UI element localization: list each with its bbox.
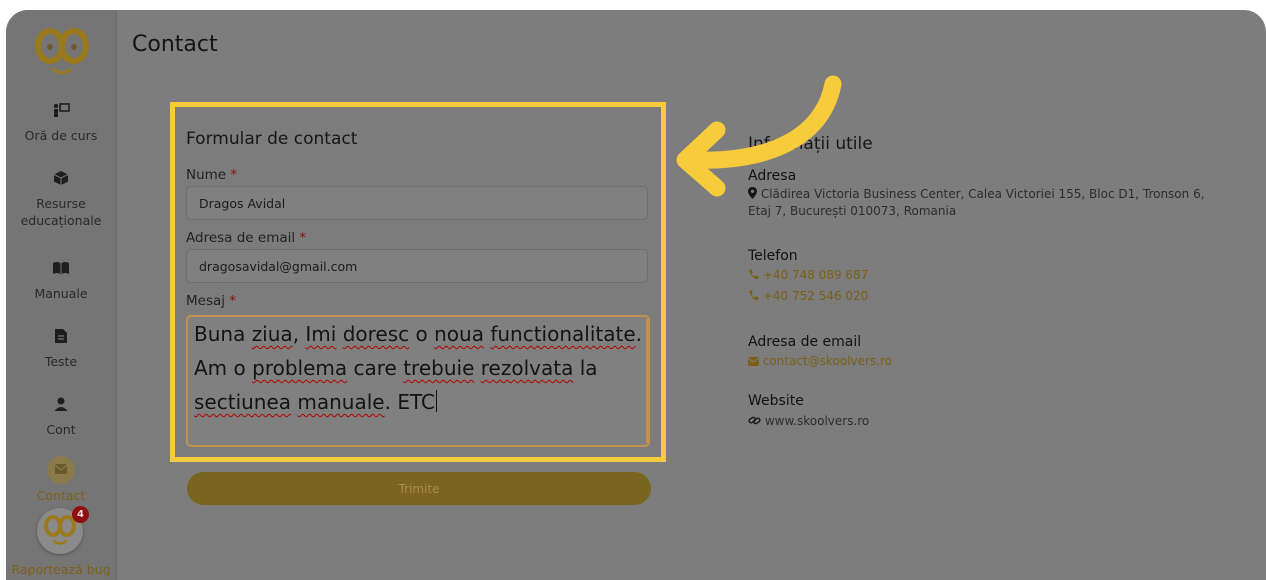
misspelled-word: doresc (342, 322, 410, 346)
page-title: Contact (132, 32, 218, 57)
misspelled-word: sectiunea (194, 390, 292, 414)
envelope-icon (47, 456, 75, 484)
name-field[interactable] (186, 186, 648, 220)
misspelled-word: Imi (305, 322, 337, 346)
sidebar-item-label: Teste (44, 354, 78, 369)
sidebar-item-cont[interactable]: Cont (6, 396, 116, 438)
phone-section: Telefon +40 748 089 687 +40 752 546 020 (748, 248, 868, 303)
textarea-scrollbar[interactable] (646, 319, 648, 443)
website-section: Website www.skoolvers.ro (748, 393, 869, 430)
message-text: Buna ziua, Imi doresc o noua functionali… (194, 322, 642, 414)
report-bug-label: Raportează bug (11, 562, 111, 577)
message-label: Mesaj * (186, 293, 237, 309)
contact-email-link[interactable]: contact@skoolvers.ro (747, 354, 892, 368)
phone-link-1[interactable]: +40 748 089 687 (748, 268, 868, 282)
text-caret (435, 390, 437, 412)
website-link[interactable]: www.skoolvers.ro (748, 413, 869, 430)
sidebar-item-manuale[interactable]: Manuale (6, 260, 116, 302)
address-title: Adresa (748, 168, 797, 184)
misspelled-word: problema (252, 356, 348, 380)
misspelled-word: noua (434, 322, 484, 346)
sidebar-item-ora-de-curs[interactable]: Oră de curs (6, 102, 116, 144)
message-field[interactable]: Buna ziua, Imi doresc o noua functionali… (186, 315, 650, 447)
map-marker-icon (748, 187, 757, 199)
sidebar-item-label: Manuale (34, 286, 88, 301)
misspelled-word: trebuie (403, 356, 475, 380)
contact-form: Formular de contact Nume * Adresa de ema… (170, 102, 666, 462)
address-section: Adresa Clădirea Victoria Business Center… (748, 168, 1205, 220)
file-icon (6, 328, 116, 350)
phone-title: Telefon (748, 248, 798, 264)
phone-link-2[interactable]: +40 752 546 020 (748, 289, 868, 303)
sidebar-item-teste[interactable]: Teste (6, 328, 116, 370)
sidebar-item-resurse[interactable]: Resurse educaționale (6, 170, 116, 229)
envelope-icon (747, 357, 760, 366)
misspelled-word: ziua (251, 322, 293, 346)
box-icon (6, 170, 116, 192)
phone-icon (749, 269, 759, 280)
form-title: Formular de contact (186, 129, 358, 149)
website-title: Website (748, 393, 804, 409)
sidebar-item-contact[interactable]: Contact (6, 456, 116, 504)
name-label: Nume * (186, 167, 238, 183)
address-text: Clădirea Victoria Business Center, Calea… (748, 187, 1205, 218)
info-title: Informații utile (748, 134, 873, 154)
email-section: Adresa de email contact@skoolvers.ro (747, 334, 892, 368)
user-icon (6, 396, 116, 418)
app-window: Oră de curs Resurse educaționale Manuale… (6, 10, 1266, 580)
sidebar-item-label: Contact (36, 488, 86, 503)
sidebar: Oră de curs Resurse educaționale Manuale… (6, 10, 117, 580)
submit-button[interactable]: Trimite (187, 472, 651, 505)
email-field[interactable] (186, 249, 648, 283)
sidebar-item-label: Resurse educaționale (20, 196, 102, 228)
misspelled-word: rezolvata (480, 356, 574, 380)
book-icon (6, 260, 116, 282)
skoolvers-logo (35, 28, 89, 74)
sidebar-item-label: Cont (46, 422, 76, 437)
sidebar-item-label: Oră de curs (24, 128, 98, 143)
misspelled-word: manuale (297, 390, 385, 414)
phone-icon (749, 290, 759, 301)
notification-badge: 4 (72, 506, 89, 523)
email-label: Adresa de email * (186, 230, 307, 246)
link-icon (748, 416, 761, 425)
misspelled-word: functionalitate (490, 322, 636, 346)
email-title: Adresa de email (748, 334, 862, 350)
teacher-board-icon (6, 102, 116, 124)
